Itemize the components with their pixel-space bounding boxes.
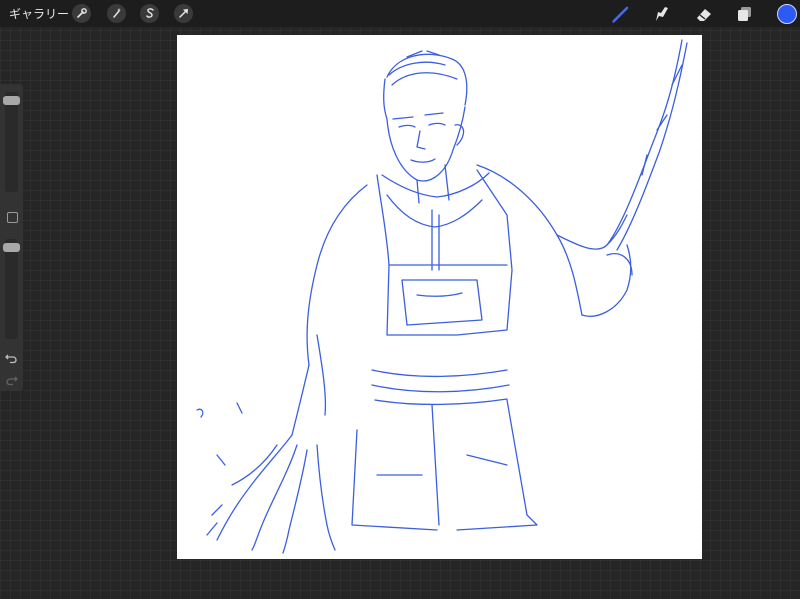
sketch-artwork <box>196 39 688 554</box>
selection-button[interactable] <box>140 4 159 23</box>
selection-s-icon <box>144 4 156 23</box>
gallery-button[interactable]: ギャラリー <box>9 5 69 22</box>
left-sidebar <box>0 84 23 391</box>
transform-button[interactable] <box>174 4 193 23</box>
color-picker-button[interactable] <box>777 4 797 24</box>
opacity-knob[interactable] <box>3 242 20 252</box>
eraser-icon <box>694 9 714 28</box>
transform-arrow-icon <box>178 4 190 23</box>
brush-tool-button[interactable] <box>611 4 631 24</box>
redo-icon[interactable] <box>5 371 18 386</box>
brush-size-knob[interactable] <box>3 95 20 105</box>
brush-size-slider[interactable] <box>3 92 20 192</box>
wrench-icon <box>76 4 88 23</box>
actions-button[interactable] <box>72 4 91 23</box>
brush-icon <box>611 6 631 28</box>
eraser-tool-button[interactable] <box>694 4 714 24</box>
opacity-slider[interactable] <box>3 239 20 339</box>
magic-wand-icon <box>111 4 123 23</box>
modify-button[interactable] <box>7 212 18 223</box>
smudge-icon <box>652 7 672 28</box>
drawing-canvas[interactable] <box>177 35 702 559</box>
top-toolbar: ギャラリー <box>0 0 800 27</box>
adjustments-button[interactable] <box>107 4 126 23</box>
layers-button[interactable] <box>735 4 755 24</box>
smudge-tool-button[interactable] <box>652 4 672 24</box>
undo-icon[interactable] <box>5 349 18 364</box>
layers-icon <box>735 7 755 28</box>
